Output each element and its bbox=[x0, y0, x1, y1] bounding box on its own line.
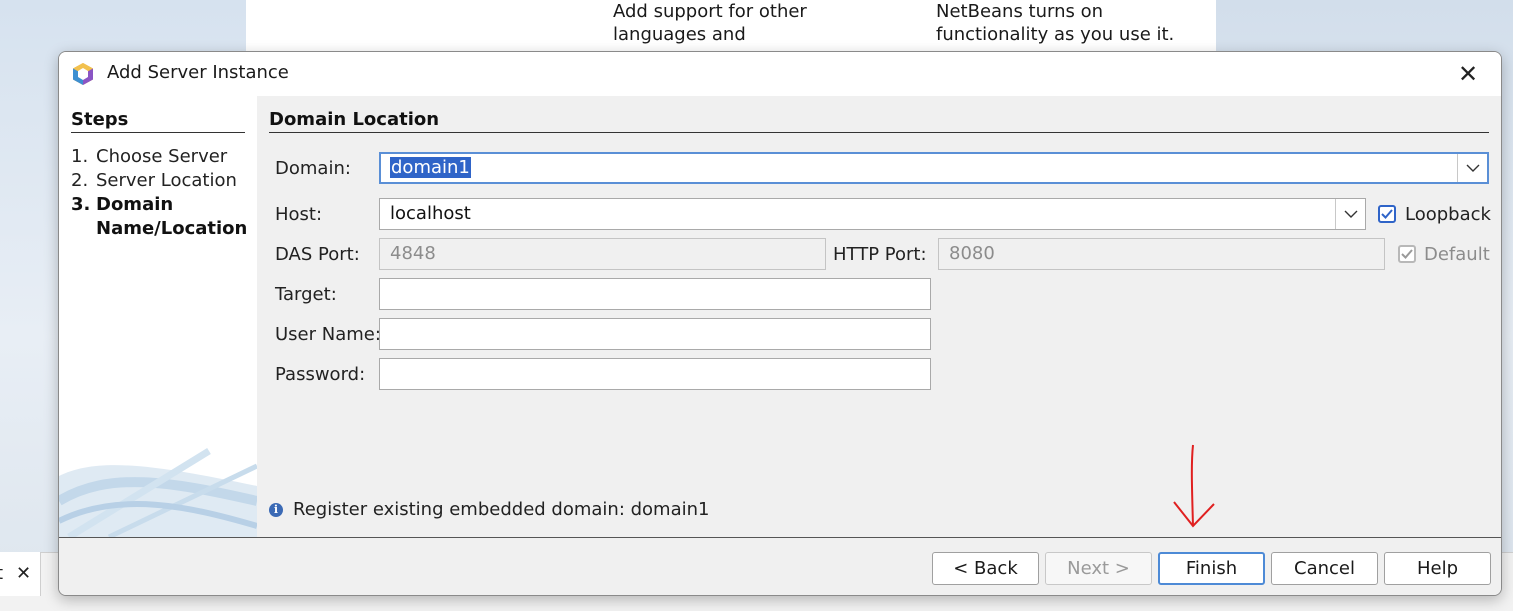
steps-panel: Steps 1. Choose Server 2. Server Location … bbox=[59, 96, 257, 537]
add-server-instance-dialog: Add Server Instance ✕ Steps 1. Choose Ser… bbox=[58, 51, 1502, 596]
step-number: 1. bbox=[71, 146, 89, 167]
domain-value: domain1 bbox=[390, 157, 471, 178]
wizard-watermark bbox=[59, 448, 257, 537]
username-label: User Name: bbox=[275, 324, 381, 345]
step-number: 3. bbox=[71, 194, 91, 215]
netbeans-cube-icon bbox=[71, 62, 95, 86]
http-port-value: 8080 bbox=[949, 243, 995, 264]
info-icon: i bbox=[269, 503, 283, 517]
domain-label: Domain: bbox=[275, 158, 351, 179]
step-label: Domain bbox=[96, 194, 174, 215]
background-text: Add support for other bbox=[613, 1, 807, 22]
cancel-button[interactable]: Cancel bbox=[1271, 552, 1378, 585]
step-label-continuation: Name/Location bbox=[96, 218, 248, 239]
domain-combobox[interactable]: domain1 bbox=[379, 152, 1489, 184]
username-field[interactable] bbox=[379, 318, 931, 350]
http-port-field[interactable]: 8080 bbox=[938, 238, 1385, 270]
close-icon[interactable]: ✕ bbox=[1451, 58, 1485, 90]
password-label: Password: bbox=[275, 364, 366, 385]
target-field[interactable] bbox=[379, 278, 931, 310]
loopback-checkbox[interactable] bbox=[1378, 205, 1396, 223]
das-port-field[interactable]: 4848 bbox=[379, 238, 826, 270]
loopback-label: Loopback bbox=[1405, 204, 1491, 225]
step-label: Server Location bbox=[96, 170, 237, 191]
target-label: Target: bbox=[275, 284, 337, 305]
back-button[interactable]: < Back bbox=[932, 552, 1039, 585]
finish-button[interactable]: Finish bbox=[1158, 552, 1265, 585]
step-item-domain-location: 3. Domain bbox=[71, 193, 173, 217]
domain-location-panel: Domain Location Domain: domain1 Host: lo… bbox=[257, 96, 1501, 537]
help-button[interactable]: Help bbox=[1384, 552, 1491, 585]
host-value: localhost bbox=[390, 203, 471, 224]
dialog-title: Add Server Instance bbox=[107, 62, 289, 83]
title-bar: Add Server Instance ✕ bbox=[59, 52, 1501, 96]
default-checkbox[interactable] bbox=[1398, 245, 1416, 263]
steps-title: Steps bbox=[71, 109, 245, 133]
annotation-arrow-icon bbox=[1173, 444, 1215, 528]
password-field[interactable] bbox=[379, 358, 931, 390]
background-editor-tab[interactable]: t ✕ bbox=[0, 552, 41, 596]
background-text: functionality as you use it. bbox=[936, 24, 1175, 45]
http-port-label: HTTP Port: bbox=[833, 244, 927, 265]
host-label: Host: bbox=[275, 204, 323, 225]
step-label: Choose Server bbox=[96, 146, 228, 167]
host-combobox[interactable]: localhost bbox=[379, 198, 1366, 230]
background-tab-label: t bbox=[0, 552, 3, 596]
background-text: languages and bbox=[613, 24, 746, 45]
das-port-value: 4848 bbox=[390, 243, 436, 264]
step-item-server-location: 2. Server Location bbox=[71, 169, 237, 193]
chevron-down-icon[interactable] bbox=[1457, 154, 1487, 182]
das-port-label: DAS Port: bbox=[275, 244, 360, 265]
button-bar: < Back Next > Finish Cancel Help bbox=[59, 537, 1501, 595]
next-button[interactable]: Next > bbox=[1045, 552, 1152, 585]
step-number: 2. bbox=[71, 170, 89, 191]
chevron-down-icon[interactable] bbox=[1335, 199, 1365, 229]
default-label: Default bbox=[1424, 244, 1490, 265]
background-text: NetBeans turns on bbox=[936, 1, 1104, 22]
section-title: Domain Location bbox=[269, 109, 1489, 133]
tab-close-icon[interactable]: ✕ bbox=[16, 552, 31, 596]
step-item-choose-server: 1. Choose Server bbox=[71, 145, 227, 169]
info-message: Register existing embedded domain: domai… bbox=[293, 499, 710, 520]
